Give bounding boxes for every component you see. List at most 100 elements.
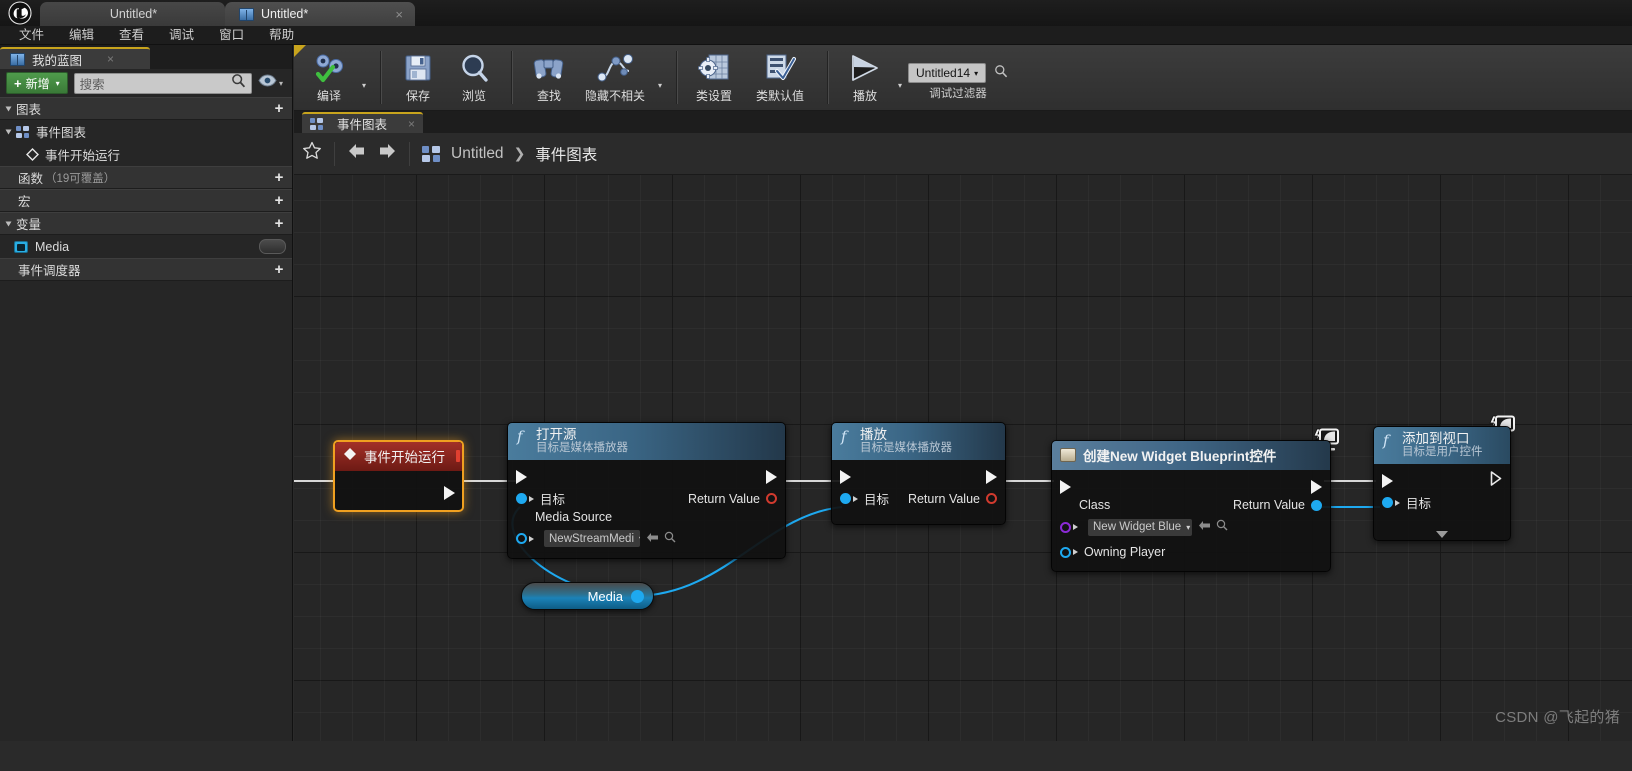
debug-search-icon[interactable] — [994, 64, 1008, 83]
add-macro-button[interactable]: + — [266, 190, 292, 211]
open-source-node[interactable]: f 打开源 目标是媒体播放器 目标 Return Value Media Sou… — [507, 422, 786, 559]
search-input[interactable]: 搜索 — [73, 72, 252, 94]
save-button[interactable]: 保存 — [391, 49, 445, 104]
asset-action-icons — [646, 530, 676, 548]
expand-arrow-icon[interactable] — [1436, 530, 1448, 538]
add-graph-button[interactable]: + — [266, 98, 292, 119]
red-square-icon[interactable] — [456, 450, 460, 462]
debug-filter-combo[interactable]: Untitled14 ▾ — [908, 63, 987, 83]
find-button[interactable]: 查找 — [522, 49, 576, 104]
visibility-filter-button[interactable]: ▾ — [258, 74, 286, 92]
play-button[interactable]: 播放 — [838, 49, 892, 104]
pin-row-media-source[interactable]: Media Source — [508, 510, 785, 528]
play-node[interactable]: f 播放 目标是媒体播放器 目标 Return Value — [831, 422, 1006, 525]
window-tab-label: Untitled* — [261, 7, 309, 21]
media-source-pin-icon — [516, 533, 527, 545]
create-widget-node[interactable]: 创建New Widget Blueprint控件 Class Return Va… — [1051, 440, 1331, 572]
target-pin-icon — [516, 493, 527, 505]
add-function-button[interactable]: + — [266, 167, 292, 188]
breadcrumb-root[interactable]: Untitled — [451, 145, 504, 163]
plus-icon: + — [14, 75, 22, 91]
class-settings-button[interactable]: 类设置 — [687, 49, 741, 104]
sidebar-section-variables[interactable]: 变量 + — [0, 212, 292, 235]
compile-gears-check-icon — [312, 51, 346, 84]
pin-row-owning-player[interactable]: Owning Player — [1052, 541, 1330, 563]
menu-item-edit[interactable]: 编辑 — [58, 26, 105, 44]
close-icon[interactable]: × — [107, 53, 114, 65]
menu-item-help[interactable]: 帮助 — [258, 26, 305, 44]
exec-pin-row[interactable] — [1374, 470, 1510, 492]
class-value-row[interactable]: New Widget Blue ▾ — [1052, 516, 1330, 538]
sidebar-item-event-graph[interactable]: 事件图表 — [0, 120, 292, 143]
toolbar-corner-accent — [294, 45, 306, 57]
pin-row-target[interactable]: 目标 — [1374, 492, 1510, 514]
media-source-dropdown[interactable]: NewStreamMedi ▾ — [544, 530, 640, 548]
exec-input-pin-icon — [1060, 480, 1071, 494]
my-blueprint-toolbar: + 新增 ▾ 搜索 ▾ — [0, 69, 292, 97]
pin-label-target: 目标 — [540, 493, 566, 508]
blue-object-pin-icon[interactable] — [631, 589, 644, 603]
menu-item-window[interactable]: 窗口 — [208, 26, 255, 44]
event-graph-canvas[interactable]: 事件开始运行 f 打开源 目标是媒体播放器 目标 Return Value Me… — [294, 175, 1632, 741]
menu-item-view[interactable]: 查看 — [108, 26, 155, 44]
sidebar-item-variable-media[interactable]: Media — [0, 235, 292, 258]
close-icon[interactable]: × — [395, 8, 403, 21]
exec-pin-row[interactable] — [1052, 476, 1330, 498]
pin-row-target[interactable]: 目标 Return Value — [832, 488, 1005, 510]
media-getter-node[interactable]: Media — [521, 582, 654, 610]
browse-button[interactable]: 浏览 — [447, 49, 501, 104]
sidebar-item-event-begin-play[interactable]: 事件开始运行 — [0, 143, 292, 166]
breadcrumb-current[interactable]: 事件图表 — [535, 143, 597, 165]
add-variable-button[interactable]: + — [266, 213, 292, 234]
hide-unrelated-button[interactable]: 隐藏不相关 — [578, 49, 652, 104]
expand-triangle-icon — [5, 221, 12, 226]
hide-unrelated-label: 隐藏不相关 — [585, 89, 646, 103]
sidebar-section-functions[interactable]: 函数 （19可覆盖） + — [0, 166, 292, 189]
window-tab-untitled-blueprint[interactable]: Untitled* × — [225, 2, 415, 26]
add-new-button[interactable]: + 新增 ▾ — [6, 72, 68, 94]
exec-input-pin-icon — [840, 469, 851, 484]
close-icon[interactable]: × — [408, 118, 415, 130]
menu-item-file[interactable]: 文件 — [8, 26, 55, 44]
return-value-pin-icon — [1311, 499, 1322, 511]
node-header-text: 添加到视口 目标是用户控件 — [1402, 431, 1483, 459]
class-dropdown[interactable]: New Widget Blue ▾ — [1088, 518, 1192, 536]
add-to-viewport-node[interactable]: f 添加到视口 目标是用户控件 目标 — [1373, 426, 1511, 541]
class-defaults-button[interactable]: 类默认值 — [743, 49, 817, 104]
node-title: 事件开始运行 — [364, 450, 445, 465]
tab-event-graph[interactable]: 事件图表 × — [302, 112, 424, 133]
sidebar-section-event-dispatchers[interactable]: 事件调度器 + — [0, 258, 292, 281]
node-title: 创建New Widget Blueprint控件 — [1083, 449, 1277, 464]
chevron-down-icon[interactable]: ▾ — [894, 81, 906, 90]
debug-filter-label: 调试过滤器 — [929, 88, 987, 100]
browse-to-asset-icon[interactable] — [664, 530, 676, 548]
use-selected-asset-icon[interactable] — [1198, 518, 1211, 536]
pin-row-target[interactable]: 目标 Return Value — [508, 488, 785, 510]
sidebar-section-macros[interactable]: 宏 + — [0, 189, 292, 212]
chevron-down-icon[interactable]: ▾ — [654, 81, 666, 90]
use-selected-asset-icon[interactable] — [646, 530, 659, 548]
chevron-down-icon[interactable]: ▾ — [358, 81, 370, 90]
sidebar-section-graphs[interactable]: 图表 + — [0, 97, 292, 120]
exec-pin-row[interactable] — [508, 466, 785, 488]
toolbar-separator — [511, 51, 513, 104]
favorite-star-icon[interactable] — [302, 141, 322, 166]
exec-output-pin-icon — [986, 469, 997, 484]
menu-item-debug[interactable]: 调试 — [158, 26, 205, 44]
browse-to-asset-icon[interactable] — [1216, 518, 1228, 536]
forward-arrow-icon[interactable] — [377, 142, 397, 165]
add-event-dispatcher-button[interactable]: + — [266, 259, 292, 280]
exec-output-pin[interactable] — [335, 481, 462, 505]
event-graph-icon — [422, 145, 441, 162]
title-bar: Untitled* Untitled* × — [0, 0, 1632, 26]
exec-pin-row[interactable] — [832, 466, 1005, 488]
tab-my-blueprint[interactable]: 我的蓝图 × — [0, 47, 150, 69]
media-source-value-row[interactable]: NewStreamMedi ▾ — [508, 528, 785, 550]
function-f-icon: f — [516, 428, 529, 450]
compile-button[interactable]: 编译 — [302, 49, 356, 104]
window-tab-untitled-level[interactable]: Untitled* — [40, 2, 225, 26]
event-begin-play-node[interactable]: 事件开始运行 — [333, 440, 464, 512]
variable-visibility-toggle[interactable] — [259, 239, 286, 254]
back-arrow-icon[interactable] — [347, 142, 367, 165]
pin-row-class-label[interactable]: Class Return Value — [1052, 498, 1330, 516]
